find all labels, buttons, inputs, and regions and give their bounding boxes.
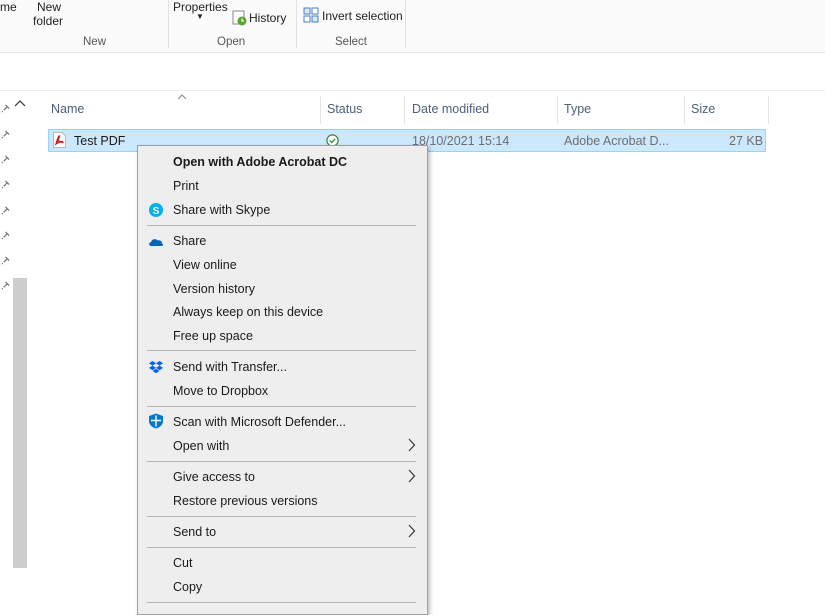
pdf-file-icon — [53, 132, 66, 148]
group-label-select: Select — [335, 36, 367, 48]
column-header-status[interactable]: Status — [327, 102, 362, 116]
new-folder-label-line1[interactable]: New — [37, 0, 61, 14]
nav-scrollbar-thumb[interactable] — [13, 278, 27, 568]
menu-item-give-access-to[interactable]: Give access to — [173, 470, 255, 484]
pin-icon[interactable] — [1, 130, 10, 139]
menu-item-send-with-transfer[interactable]: Send with Transfer... — [173, 360, 287, 374]
menu-item-open-with[interactable]: Open with — [173, 439, 229, 453]
chevron-right-icon — [408, 524, 416, 538]
menu-item-open-with-acrobat[interactable]: Open with Adobe Acrobat DC — [173, 155, 347, 169]
menu-item-free-up-space[interactable]: Free up space — [173, 329, 253, 343]
column-divider[interactable] — [684, 96, 685, 124]
ribbon-divider — [168, 0, 169, 48]
scroll-up-icon[interactable] — [14, 99, 26, 107]
defender-shield-icon — [149, 413, 163, 429]
pin-icon[interactable] — [1, 206, 10, 215]
chevron-right-icon — [408, 438, 416, 452]
column-divider[interactable] — [768, 96, 769, 124]
invert-selection-button[interactable]: Invert selection — [322, 9, 403, 23]
file-type: Adobe Acrobat D... — [564, 134, 669, 148]
menu-separator — [147, 350, 416, 351]
menu-item-print[interactable]: Print — [173, 179, 199, 193]
invert-selection-icon — [303, 7, 319, 23]
column-divider[interactable] — [404, 96, 405, 124]
file-size: 27 KB — [729, 134, 764, 148]
menu-item-move-to-dropbox[interactable]: Move to Dropbox — [173, 384, 268, 398]
column-header-name[interactable]: Name — [51, 102, 84, 116]
menu-separator — [147, 406, 416, 407]
file-name[interactable]: Test PDF — [74, 134, 125, 148]
history-icon — [232, 10, 247, 26]
menu-item-share[interactable]: Share — [173, 234, 206, 248]
group-label-new: New — [83, 36, 107, 48]
ribbon-divider — [405, 0, 406, 48]
ribbon-divider — [296, 0, 297, 48]
svg-text:S: S — [153, 206, 160, 217]
pin-icon[interactable] — [1, 155, 10, 164]
history-button[interactable]: History — [249, 11, 286, 25]
pin-icon[interactable] — [1, 180, 10, 189]
menu-separator — [147, 516, 416, 517]
dropbox-icon — [149, 361, 163, 374]
menu-item-copy[interactable]: Copy — [173, 580, 202, 594]
onedrive-cloud-icon — [149, 239, 164, 246]
menu-item-always-keep[interactable]: Always keep on this device — [173, 305, 323, 319]
menu-item-scan-defender[interactable]: Scan with Microsoft Defender... — [173, 415, 346, 429]
group-label-open: Open — [217, 36, 246, 48]
column-divider[interactable] — [320, 96, 321, 124]
properties-dropdown-icon[interactable]: ▼ — [196, 12, 204, 21]
pin-icon[interactable] — [1, 281, 10, 290]
menu-separator — [147, 602, 416, 603]
ribbon-partial-label[interactable]: me — [0, 0, 17, 14]
chevron-right-icon — [408, 469, 416, 483]
column-divider[interactable] — [557, 96, 558, 124]
menu-separator — [147, 461, 416, 462]
new-folder-label-line2[interactable]: folder — [33, 14, 63, 28]
column-header-type[interactable]: Type — [564, 102, 591, 116]
menu-item-share-with-skype[interactable]: Share with Skype — [173, 203, 270, 217]
column-header-size[interactable]: Size — [691, 102, 715, 116]
menu-separator — [147, 225, 416, 226]
address-bar-area — [0, 56, 825, 91]
menu-separator — [147, 547, 416, 548]
menu-item-view-online[interactable]: View online — [173, 258, 237, 272]
sort-ascending-icon — [177, 94, 187, 100]
pin-icon[interactable] — [1, 104, 10, 113]
ribbon: me New folder New Properties ▼ History O… — [0, 0, 825, 53]
pin-icon[interactable] — [1, 256, 10, 265]
skype-icon: S — [149, 203, 163, 217]
menu-item-version-history[interactable]: Version history — [173, 282, 255, 296]
column-header-date-modified[interactable]: Date modified — [412, 102, 489, 116]
menu-item-send-to[interactable]: Send to — [173, 525, 216, 539]
menu-item-restore-previous-versions[interactable]: Restore previous versions — [173, 494, 318, 508]
pin-icon[interactable] — [1, 231, 10, 240]
menu-item-cut[interactable]: Cut — [173, 556, 192, 570]
